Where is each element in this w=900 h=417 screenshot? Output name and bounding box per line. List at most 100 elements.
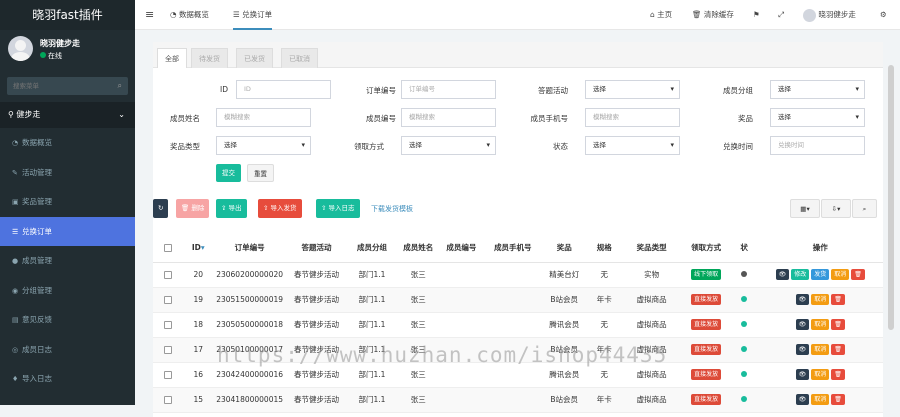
checkbox[interactable] [164, 371, 172, 379]
delete-row-button[interactable]: 🗑 [851, 269, 865, 280]
sidebar-item[interactable]: ☰兑换订单 [0, 217, 135, 247]
prize-type-select[interactable]: 选择 [216, 136, 311, 155]
status-select[interactable]: 选择 [585, 136, 680, 155]
tab-shipped[interactable]: 已发货 [236, 48, 273, 68]
import-log-button[interactable]: ⇧ 导入日志 [316, 199, 360, 218]
export-button[interactable]: ⇪ 导出 [216, 199, 247, 218]
prize-select[interactable]: 选择 [770, 108, 865, 127]
member-phone-input[interactable]: 模糊搜索 [585, 108, 680, 127]
cell-receive-method: 直接发放 [681, 312, 730, 337]
menu-group-header[interactable]: ⚲ 健步走 ⌄ [0, 102, 135, 128]
submit-button[interactable]: 提交 [216, 164, 241, 182]
sidebar-item[interactable]: ▣奖品管理 [0, 187, 135, 217]
edit-button[interactable]: 修改 [791, 269, 809, 280]
sidebar-item[interactable]: ●成员管理 [0, 246, 135, 276]
cancel-button[interactable]: 取消 [811, 344, 829, 355]
table-row[interactable]: 1823050500000018春节健步活动部门1.1张三腾讯会员无虚拟商品直接… [153, 312, 883, 337]
table-row[interactable]: 1523041800000015春节健步活动部门1.1张三B站会员年卡虚拟商品直… [153, 387, 883, 412]
row-checkbox[interactable] [153, 387, 184, 412]
receive-method-select[interactable]: 选择 [401, 136, 496, 155]
checkbox[interactable] [164, 296, 172, 304]
activity-select[interactable]: 选择 [585, 80, 680, 99]
tab-cancelled[interactable]: 已取消 [281, 48, 318, 68]
menu-toggle-icon[interactable]: ≡ [145, 0, 154, 30]
sidebar-item-label: 分组管理 [22, 286, 52, 295]
tab-pending[interactable]: 待发货 [191, 48, 228, 68]
export-dropdown-button[interactable]: ⇩▾ [821, 199, 851, 218]
tab-dashboard[interactable]: ◔ 数据概览 [170, 0, 209, 30]
member-group-select[interactable]: 选择 [770, 80, 865, 99]
sidebar-search-input[interactable] [7, 77, 128, 95]
member-no-input[interactable]: 模糊搜索 [401, 108, 496, 127]
cell-status [731, 337, 758, 362]
order-no-input[interactable]: 订单编号 [401, 80, 496, 99]
checkbox[interactable] [164, 396, 172, 404]
cancel-button[interactable]: 取消 [811, 319, 829, 330]
view-button[interactable]: 👁 [796, 369, 810, 380]
delete-row-button[interactable]: 🗑 [831, 369, 845, 380]
checkbox[interactable] [164, 346, 172, 354]
exchange-time-input[interactable]: 兑换时间 [770, 136, 865, 155]
import-ship-button[interactable]: ⇧ 导入发货 [258, 199, 302, 218]
checkbox[interactable] [164, 271, 172, 279]
select-all-checkbox[interactable] [153, 234, 184, 262]
download-template-link[interactable]: 下载发货模板 [371, 204, 413, 214]
sidebar-item[interactable]: ✎活动管理 [0, 158, 135, 188]
tab-all[interactable]: 全部 [157, 48, 187, 68]
status-dot-icon [741, 371, 747, 377]
app-logo[interactable]: 晓羽fast插件 [0, 0, 135, 30]
cancel-button[interactable]: 取消 [811, 394, 829, 405]
row-checkbox[interactable] [153, 262, 184, 287]
delete-button[interactable]: 🗑 删除 [176, 199, 209, 218]
delete-row-button[interactable]: 🗑 [831, 344, 845, 355]
vertical-scrollbar[interactable] [888, 65, 894, 330]
cell-member-phone [484, 387, 542, 412]
search-toggle-button[interactable]: ⌕ [852, 199, 877, 218]
cancel-button[interactable]: 取消 [831, 269, 849, 280]
row-checkbox[interactable] [153, 312, 184, 337]
checkbox[interactable] [164, 321, 172, 329]
search-icon[interactable]: ⌕ [118, 81, 122, 91]
id-input[interactable]: ID [236, 80, 331, 99]
receive-method-badge: 直接发放 [691, 319, 721, 330]
reset-button[interactable]: 重置 [247, 164, 274, 182]
sidebar-item[interactable]: ▤意见反馈 [0, 305, 135, 335]
sidebar-item[interactable]: ♦导入日志 [0, 364, 135, 394]
settings-gear-icon[interactable]: ⚙ [880, 0, 887, 30]
translate-icon[interactable]: ⚑ [753, 0, 760, 30]
member-name-input[interactable]: 模糊搜索 [216, 108, 311, 127]
columns-toggle-button[interactable]: ▦▾ [790, 199, 820, 218]
fullscreen-icon[interactable]: ⤢ [778, 0, 784, 30]
sidebar-item[interactable]: ◔数据概览 [0, 128, 135, 158]
user-menu[interactable]: 晓羽健步走 [803, 0, 856, 30]
topbar: ≡ ◔ 数据概览 ☰ 兑换订单 ⌂ 主页 🗑 清除缓存 ⚑ ⤢ 晓羽健步走 ⚙ [135, 0, 900, 30]
home-link[interactable]: ⌂ 主页 [650, 0, 672, 30]
clear-cache-button[interactable]: 🗑 清除缓存 [692, 0, 734, 30]
cancel-button[interactable]: 取消 [811, 369, 829, 380]
table-row[interactable]: 2023060200000020春节健步活动部门1.1张三精美台灯无实物线下领取… [153, 262, 883, 287]
sidebar: 晓羽fast插件 晓羽健步走 在线 ⌕ ⚲ 健步走 ⌄ ◔数据概览✎活动管理▣奖… [0, 0, 135, 405]
gift-icon: ▣ [12, 188, 22, 218]
receive-method-badge: 直接发放 [691, 294, 721, 305]
delete-row-button[interactable]: 🗑 [831, 294, 845, 305]
dashboard-icon: ◔ [170, 10, 179, 19]
tab-orders[interactable]: ☰ 兑换订单 [233, 0, 272, 30]
delete-row-button[interactable]: 🗑 [831, 319, 845, 330]
table-row[interactable]: 1923051500000019春节健步活动部门1.1张三B站会员年卡虚拟商品直… [153, 287, 883, 312]
refresh-button[interactable]: ↻ [153, 199, 168, 218]
sidebar-item[interactable]: ◎成员日志 [0, 335, 135, 365]
row-checkbox[interactable] [153, 337, 184, 362]
view-button[interactable]: 👁 [796, 344, 810, 355]
row-checkbox[interactable] [153, 362, 184, 387]
view-button[interactable]: 👁 [796, 294, 810, 305]
ship-button[interactable]: 发货 [811, 269, 829, 280]
delete-row-button[interactable]: 🗑 [831, 394, 845, 405]
view-button[interactable]: 👁 [796, 319, 810, 330]
view-button[interactable]: 👁 [796, 394, 810, 405]
sidebar-item[interactable]: ◉分组管理 [0, 276, 135, 306]
col-id[interactable]: ID▾ [184, 234, 213, 262]
row-checkbox[interactable] [153, 287, 184, 312]
cancel-button[interactable]: 取消 [811, 294, 829, 305]
view-button[interactable]: 👁 [776, 269, 790, 280]
user-icon: ● [12, 247, 22, 277]
